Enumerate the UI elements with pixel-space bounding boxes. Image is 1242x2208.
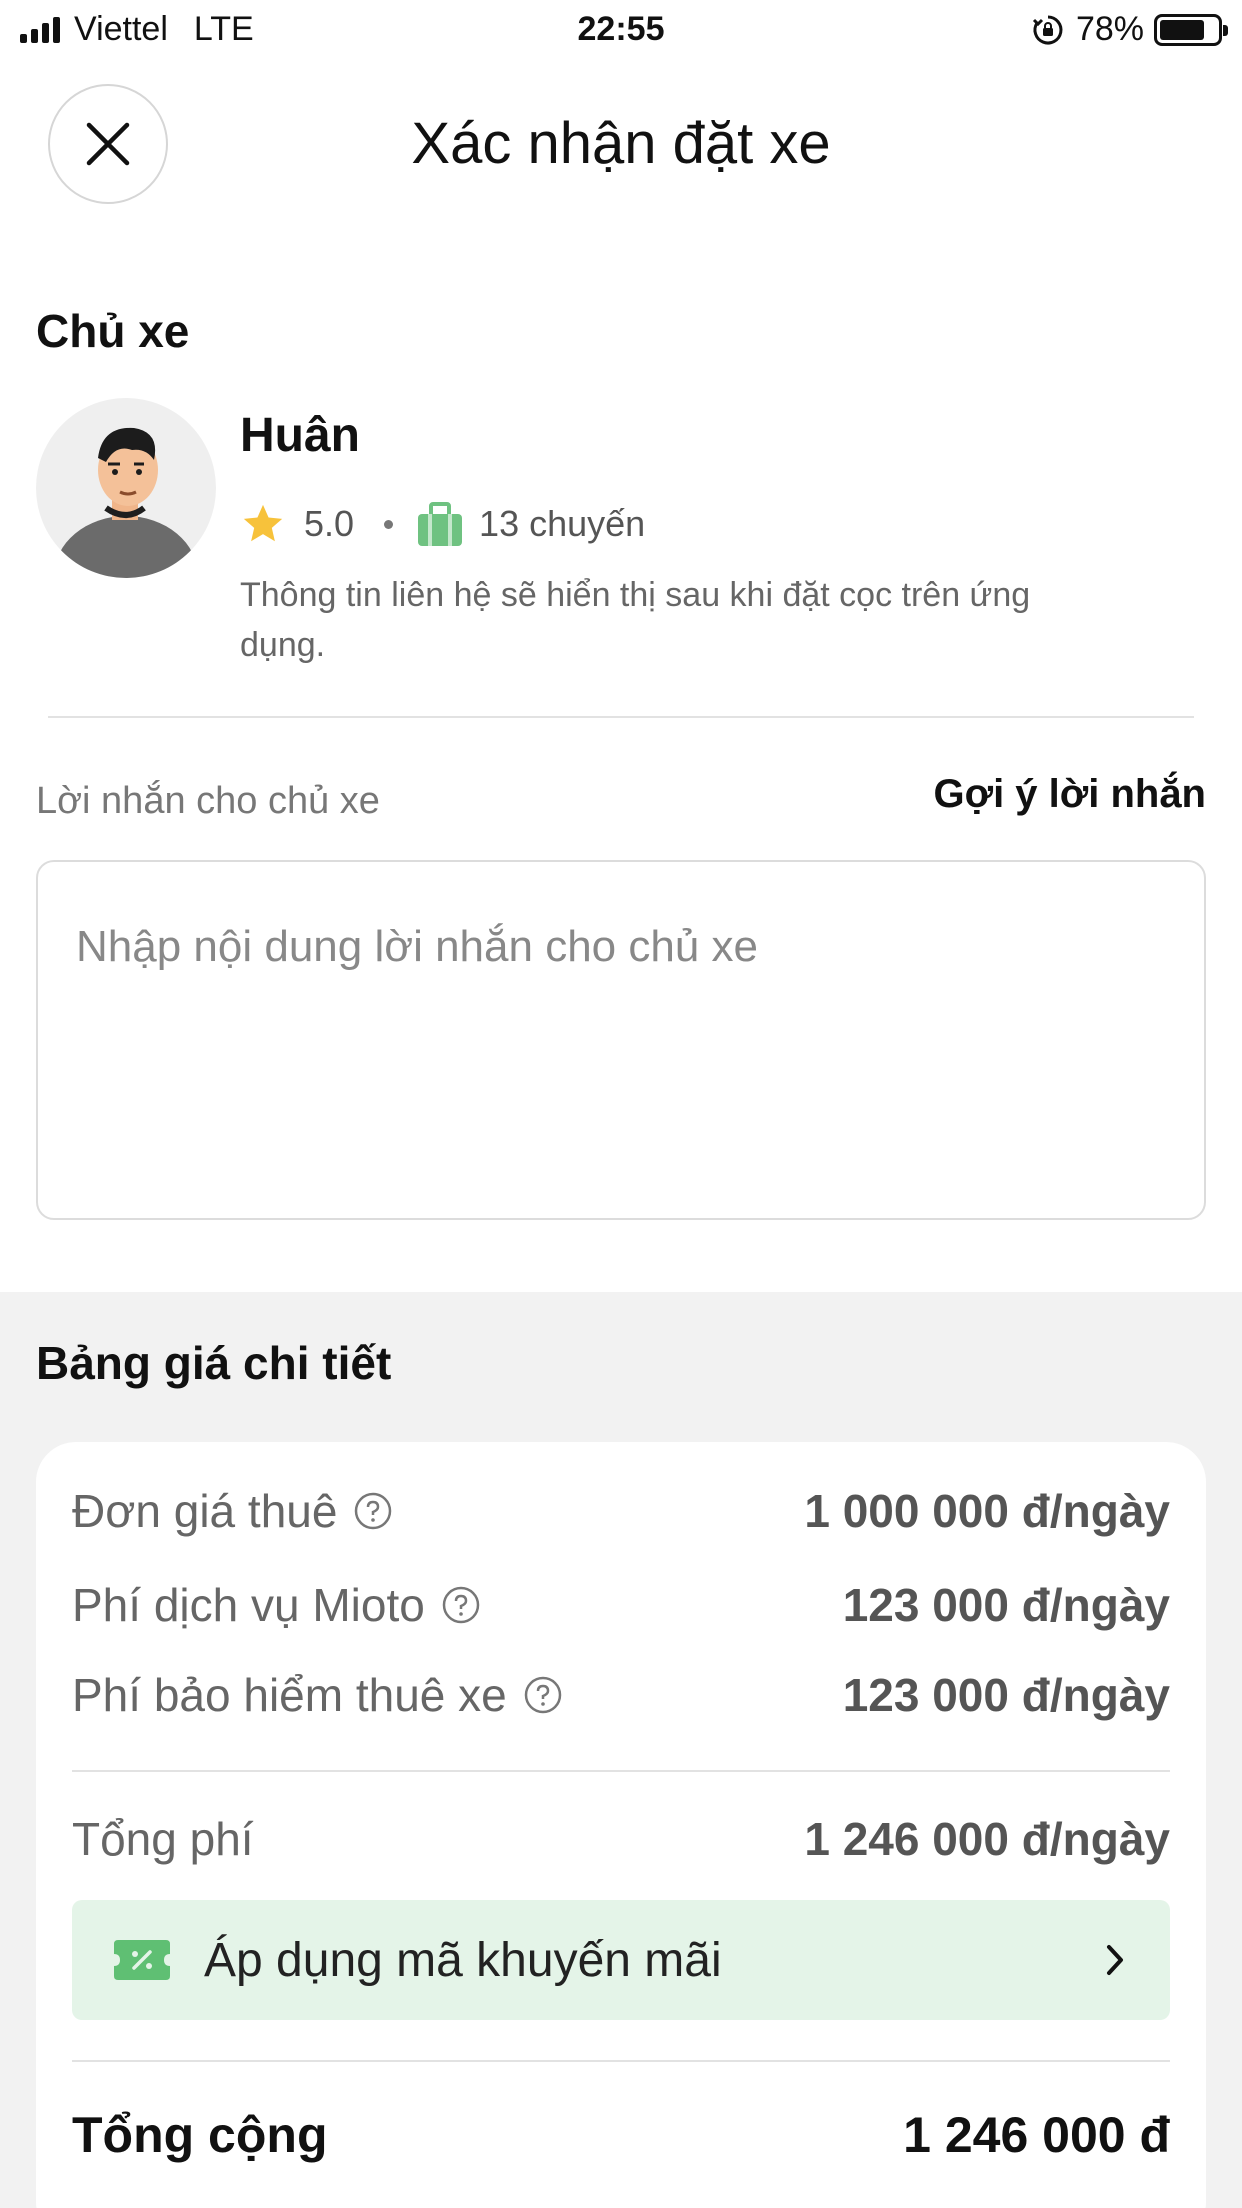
price-row-grand-total: Tổng cộng 1 246 000 đ	[72, 2106, 1170, 2164]
owner-section-title: Chủ xe	[36, 305, 190, 357]
price-row-service: Phí dịch vụ Mioto 123 000 đ/ngày	[72, 1578, 1170, 1632]
service-fee-value: 123 000 đ/ngày	[842, 1579, 1170, 1631]
page-title: Xác nhận đặt xe	[411, 111, 831, 176]
price-row-total-fee: Tổng phí 1 246 000 đ/ngày	[72, 1812, 1170, 1866]
price-section-title: Bảng giá chi tiết	[36, 1337, 392, 1389]
owner-name: Huân	[240, 409, 360, 462]
grand-total-value: 1 246 000 đ	[903, 2107, 1170, 2163]
owner-avatar-illustration	[54, 427, 198, 578]
owner-trips: 13 chuyến	[479, 503, 646, 544]
rotation-lock-icon	[1032, 15, 1063, 44]
price-section: Bảng giá chi tiết Đơn giá thuê 1 000 000…	[0, 1292, 1242, 2208]
suggest-message-button[interactable]: Gợi ý lời nhắn	[934, 772, 1206, 817]
owner-rating: 5.0	[304, 503, 355, 544]
status-bar: Viettel LTE 22:55 78%	[0, 0, 1242, 62]
separator-dot	[384, 519, 394, 529]
insurance-fee-label: Phí bảo hiểm thuê xe	[72, 1669, 507, 1721]
rental-price-label: Đơn giá thuê	[72, 1485, 338, 1537]
price-row-insurance: Phí bảo hiểm thuê xe 123 000 đ/ngày	[72, 1668, 1170, 1722]
battery-fill	[1160, 19, 1204, 40]
rental-price-value: 1 000 000 đ/ngày	[804, 1485, 1170, 1537]
insurance-fee-value: 123 000 đ/ngày	[842, 1669, 1170, 1721]
apply-promo-button[interactable]: Áp dụng mã khuyến mãi	[72, 1900, 1170, 2020]
divider	[72, 2060, 1170, 2062]
chevron-right-icon	[1107, 1945, 1123, 1975]
service-fee-label: Phí dịch vụ Mioto	[72, 1579, 425, 1631]
help-icon[interactable]	[523, 1675, 563, 1715]
status-right: 78%	[1032, 10, 1228, 49]
grand-total-label: Tổng cộng	[72, 2107, 328, 2163]
owner-contact-note: Thông tin liên hệ sẽ hiển thị sau khi đặ…	[240, 576, 1031, 664]
help-icon[interactable]	[441, 1585, 481, 1625]
coupon-icon	[114, 1940, 170, 1980]
divider	[48, 716, 1194, 718]
avatar[interactable]	[36, 398, 216, 578]
price-row-label: Phí bảo hiểm thuê xe	[72, 1668, 563, 1722]
price-row-rental: Đơn giá thuê 1 000 000 đ/ngày	[72, 1484, 1170, 1538]
promo-label: Áp dụng mã khuyến mãi	[204, 1933, 722, 1987]
total-fee-value: 1 246 000 đ/ngày	[804, 1813, 1170, 1865]
star-icon	[243, 504, 283, 542]
owner-stats: 5.0 13 chuyến	[240, 496, 645, 552]
price-row-label: Phí dịch vụ Mioto	[72, 1578, 481, 1632]
battery-percent: 78%	[1075, 10, 1144, 48]
battery-icon	[1154, 13, 1228, 46]
total-fee-label: Tổng phí	[72, 1813, 254, 1865]
message-label: Lời nhắn cho chủ xe	[36, 780, 380, 822]
price-card: Đơn giá thuê 1 000 000 đ/ngày Phí dịch v…	[36, 1442, 1206, 2208]
message-input[interactable]: Nhập nội dung lời nhắn cho chủ xe	[36, 860, 1206, 1220]
divider	[72, 1770, 1170, 1772]
luggage-icon	[418, 502, 463, 546]
help-icon[interactable]	[353, 1491, 393, 1531]
price-row-label: Đơn giá thuê	[72, 1484, 393, 1538]
